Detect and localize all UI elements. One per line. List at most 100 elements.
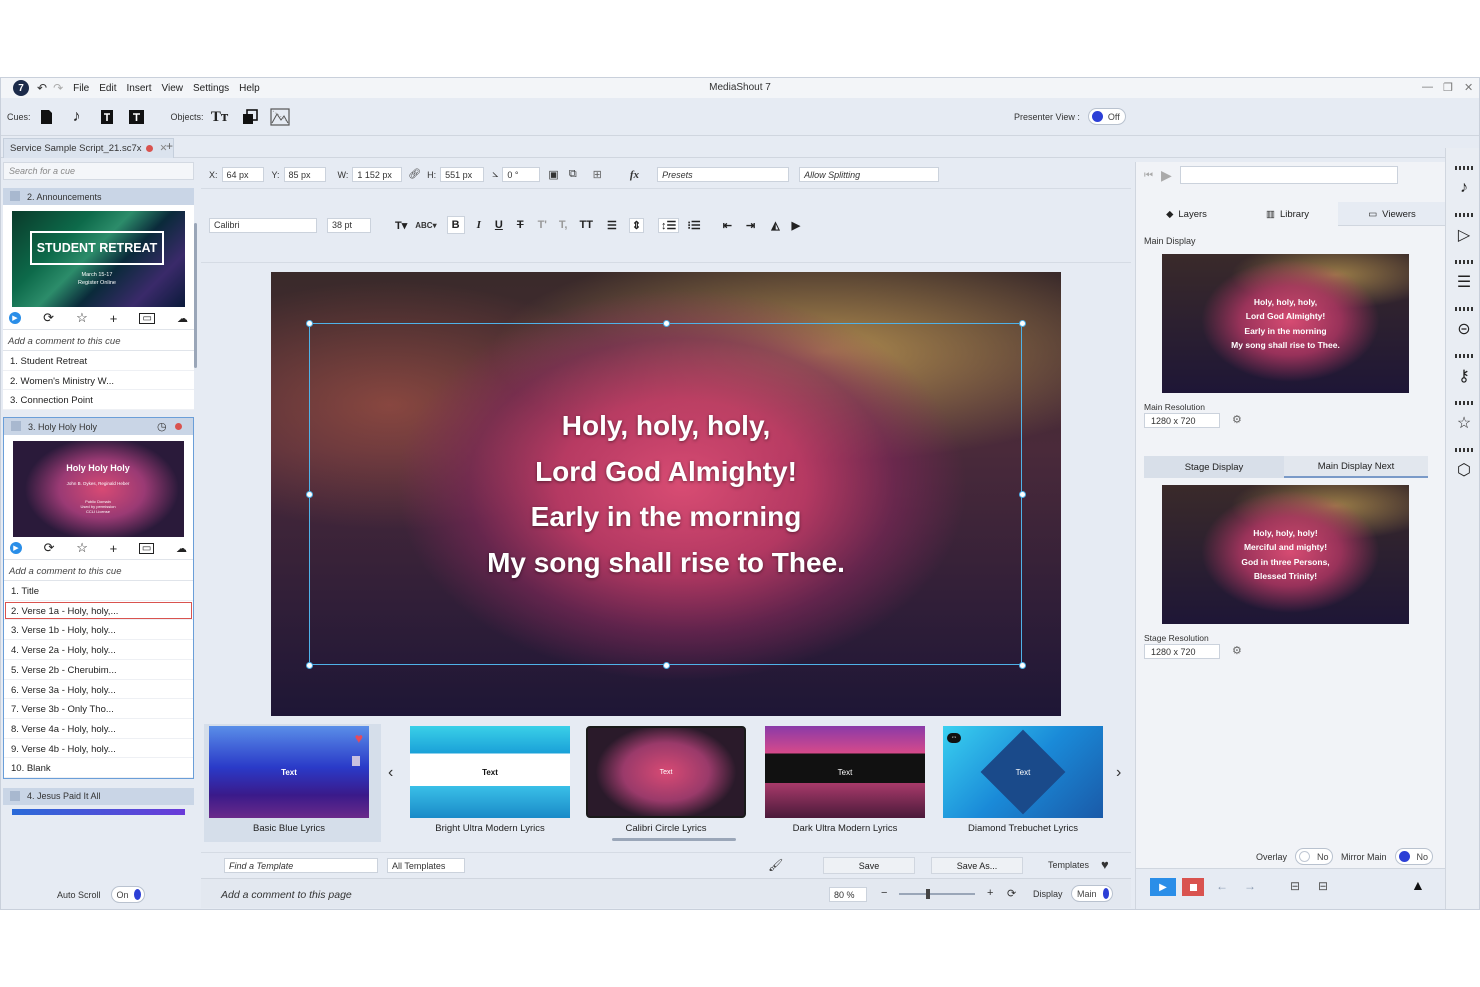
flip-icon[interactable]: ◭ [771,219,779,232]
keyboard-icon[interactable]: ▭ [139,312,155,324]
display-output-icon[interactable]: ⊟ [1290,879,1300,893]
grip-icon[interactable] [1455,260,1473,264]
template-card[interactable]: Text ♥ Basic Blue Lyrics [209,726,369,834]
bullets-icon[interactable]: ⁝☰ [687,219,700,232]
cloud-icon[interactable]: ☁ [176,542,187,555]
favorite-icon[interactable]: ☆ [76,540,88,556]
zoom-slider[interactable] [899,889,975,899]
go-live-button[interactable]: ▶ [1150,878,1176,896]
chevron-right-icon[interactable]: › [1116,764,1121,782]
left-scrollbar[interactable] [194,223,197,368]
resize-handle[interactable] [306,662,313,669]
direction-icon[interactable]: ▶ [792,219,800,232]
zoom-input[interactable]: 80 % [829,887,867,902]
splitting-select[interactable]: Allow Splitting [799,167,940,182]
resize-handle[interactable] [306,320,313,327]
layers-object-icon[interactable] [240,107,260,127]
rotation-input[interactable]: 0 ° [502,167,541,182]
list-icon[interactable]: ☰ [1454,272,1474,292]
cloud-icon[interactable]: ☁ [177,312,188,325]
bring-forward-icon[interactable]: ▣ [548,168,558,181]
bookmark-icon[interactable] [352,756,360,766]
key-icon[interactable]: ⚷ [1454,366,1474,386]
play-icon[interactable]: ▷ [1454,225,1474,245]
stop-button[interactable] [1182,878,1204,896]
resize-handle[interactable] [663,662,670,669]
cue-comment[interactable]: Add a comment to this cue [4,559,193,582]
announcement-thumbnail[interactable]: STUDENT RETREAT March 15-17 Register Onl… [12,211,185,307]
template-card[interactable]: Text Dark Ultra Modern Lyrics [765,726,925,834]
tab-main-display-next[interactable]: Main Display Next [1284,456,1428,478]
grip-icon[interactable] [1455,166,1473,170]
bold-button[interactable]: B [446,216,465,234]
heart-icon[interactable]: ♥ [355,730,363,746]
template-filter-select[interactable]: All Templates [387,858,465,873]
italic-button[interactable]: I [477,219,481,231]
brush-icon[interactable]: 🖌︎ [768,858,783,872]
line-spacing-icon[interactable]: ↕☰ [658,217,680,233]
media-select[interactable] [1179,166,1398,184]
add-icon[interactable]: + [110,311,118,326]
vertical-align-icon[interactable]: ⇕ [628,217,645,233]
document-tab[interactable]: Service Sample Script_21.sc7x ✕ [3,138,175,158]
find-template-input[interactable]: Find a Template [224,858,378,873]
stage-resolution-gear-icon[interactable]: ⚙ [1232,644,1242,657]
indent-increase-icon[interactable]: ⇥ [746,219,755,232]
font-size-input[interactable]: 38 pt [327,217,371,233]
send-backward-icon[interactable]: ⧉ [569,168,577,181]
tab-stage-display[interactable]: Stage Display [1144,456,1284,478]
cue-search-input[interactable]: Search for a cue [3,162,194,180]
width-input[interactable]: 1 152 px [352,167,403,182]
media-object-icon[interactable] [269,107,290,127]
title-cue-icon[interactable] [127,107,147,127]
template-card-selected[interactable]: Text Calibri Circle Lyrics [586,726,746,834]
tab-library[interactable]: ▥ Library [1237,202,1338,226]
template-scrollbar[interactable] [612,838,736,841]
templates-heart-icon[interactable]: ♥ [1101,857,1109,872]
text-object-icon[interactable]: Tт [210,107,230,127]
fit-icon[interactable]: ⟳ [1007,887,1016,900]
loop-icon[interactable]: ⟳ [43,310,54,326]
align-grid-icon[interactable]: ⊞ [593,168,602,181]
resize-handle[interactable] [1019,662,1026,669]
resize-handle[interactable] [1019,491,1026,498]
main-display-preview[interactable]: Holy, holy, holy, Lord God Almighty! Ear… [1162,254,1409,393]
chevron-left-icon[interactable]: ‹ [388,764,393,782]
cue-header-jesus[interactable]: 4. Jesus Paid It All [3,787,194,805]
slide-list-item[interactable]: 7. Verse 3b - Only Tho... [4,699,193,719]
subscript-button[interactable]: T, [559,219,568,231]
minimize-icon[interactable]: — [1422,81,1433,93]
slide-canvas[interactable]: Holy, holy, holy, Lord God Almighty! Ear… [271,272,1061,716]
zoom-out-button[interactable]: − [881,887,887,899]
previous-icon[interactable]: ← [1216,879,1228,893]
presets-select[interactable]: Presets [657,167,790,182]
timer-icon[interactable]: ◷ [157,420,167,433]
music-cue-icon[interactable]: ♪ [67,107,87,127]
main-resolution-select[interactable]: 1280 x 720 [1144,413,1220,428]
template-card[interactable]: Text Bright Ultra Modern Lyrics [410,726,570,834]
overlay-toggle[interactable]: No [1295,848,1334,865]
selection-box[interactable] [306,320,1026,669]
display-toggle[interactable]: Main [1071,885,1113,902]
text-color-icon[interactable]: T▾ [395,219,407,232]
template-card[interactable]: Text ⇔ Diamond Trebuchet Lyrics [943,726,1103,834]
tab-viewers[interactable]: ▭ Viewers [1338,202,1446,226]
tab-layers[interactable]: ◆ Layers [1136,202,1237,226]
resize-handle[interactable] [306,491,313,498]
keyboard-icon[interactable]: ▭ [138,542,155,554]
superscript-button[interactable]: T' [538,219,547,231]
stage-output-icon[interactable]: ⊟ [1318,879,1328,893]
underline-button[interactable]: U [495,219,503,231]
add-icon[interactable]: + [110,541,118,556]
y-input[interactable]: 85 px [283,167,326,182]
text-cue-icon[interactable] [97,107,117,127]
slide-list-item[interactable]: 10. Blank [4,758,193,778]
all-caps-button[interactable]: TT [579,219,592,231]
new-cue-icon[interactable] [37,107,57,127]
mirror-main-toggle[interactable]: No [1394,848,1433,865]
package-icon[interactable]: ⬡ [1454,460,1474,480]
add-tab-icon[interactable]: + [166,139,173,153]
slide-list-item[interactable]: 4. Verse 2a - Holy, holy... [4,640,193,660]
resize-handle[interactable] [1019,320,1026,327]
slide-list-item[interactable]: 1. Title [4,581,193,601]
